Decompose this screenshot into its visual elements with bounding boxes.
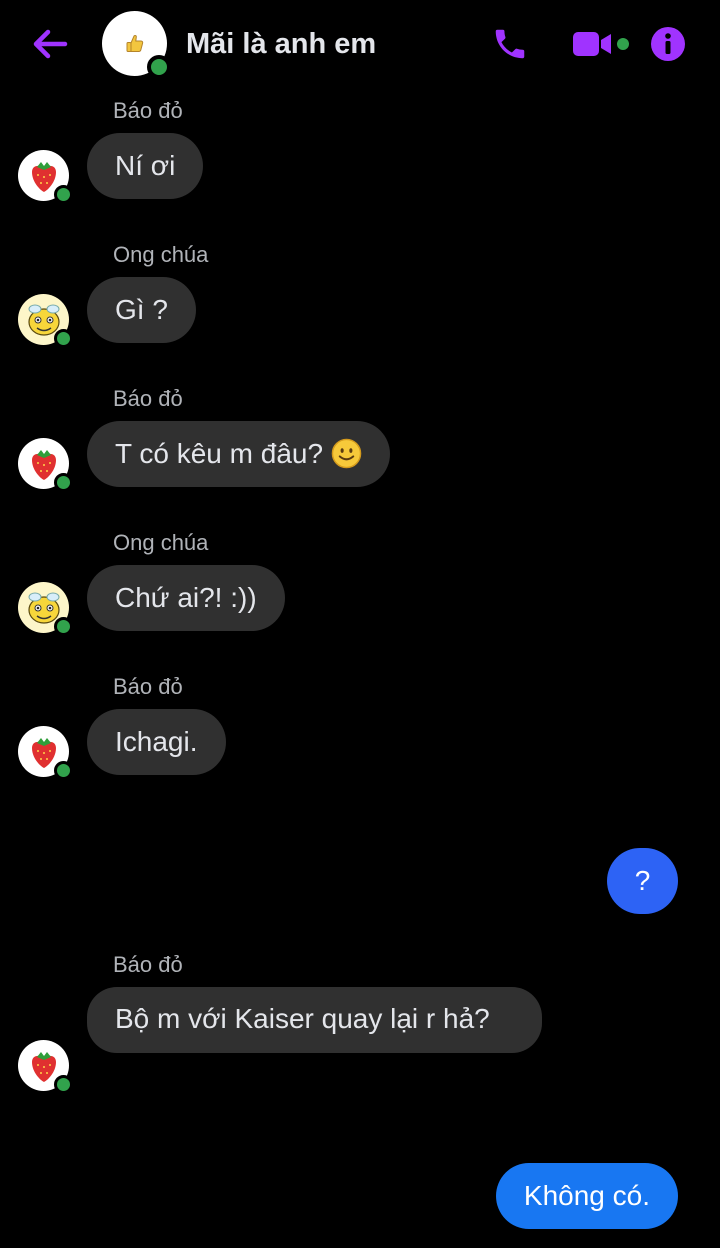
sender-avatar[interactable] xyxy=(18,726,73,780)
sender-name: Báo đỏ xyxy=(113,952,183,977)
info-button[interactable] xyxy=(646,22,690,66)
sender-avatar[interactable] xyxy=(18,294,73,348)
message-text: Chứ ai?! :)) xyxy=(115,582,257,613)
online-indicator xyxy=(54,329,73,348)
phone-icon xyxy=(495,29,525,59)
chat-title[interactable]: Mãi là anh em xyxy=(186,28,376,61)
sender-avatar[interactable] xyxy=(18,150,73,204)
online-indicator xyxy=(54,185,73,204)
message-bubble[interactable]: Bộ m với Kaiser quay lại r hả? xyxy=(87,987,542,1053)
thumbs-up-icon xyxy=(126,34,143,52)
message-bubble[interactable]: Ichagi. xyxy=(87,709,226,775)
outgoing-message-bubble[interactable]: ? xyxy=(607,848,678,914)
arrow-left-icon xyxy=(33,29,68,59)
sender-avatar[interactable] xyxy=(18,438,73,492)
smile-emoji-icon xyxy=(331,438,362,469)
message-text: Bộ m với Kaiser quay lại r hả? xyxy=(115,1003,490,1034)
online-indicator xyxy=(54,1075,73,1094)
message-bubble[interactable]: Gì ? xyxy=(87,277,196,343)
message-text: ? xyxy=(634,865,651,896)
video-camera-icon xyxy=(573,32,611,56)
sender-name: Ong chúa xyxy=(113,242,209,267)
message-text: Ichagi. xyxy=(115,726,198,757)
info-icon xyxy=(651,27,685,61)
online-indicator xyxy=(54,761,73,780)
sender-name: Báo đỏ xyxy=(113,98,183,123)
message-text: T có kêu m đâu? xyxy=(115,438,324,469)
chat-screen: Mãi là anh em Báo đỏ Ní ơi Ong chúa Gì ?… xyxy=(0,0,720,1248)
message-text: Không có. xyxy=(523,1180,650,1211)
online-indicator xyxy=(147,55,171,79)
outgoing-message-bubble[interactable]: Không có. xyxy=(495,1163,678,1229)
sender-name: Báo đỏ xyxy=(113,386,183,411)
sender-avatar[interactable] xyxy=(18,1040,73,1094)
sender-avatar[interactable] xyxy=(18,582,73,636)
video-call-button[interactable] xyxy=(566,22,634,66)
chat-header: Mãi là anh em xyxy=(0,0,720,88)
message-bubble[interactable]: T có kêu m đâu? xyxy=(87,421,391,487)
message-bubble[interactable]: Ní ơi xyxy=(87,133,204,199)
back-button[interactable] xyxy=(26,22,74,66)
message-bubble[interactable]: Chứ ai?! :)) xyxy=(87,565,285,631)
sender-name: Báo đỏ xyxy=(113,674,183,699)
message-text: Gì ? xyxy=(115,294,168,325)
message-text: Ní ơi xyxy=(115,150,176,181)
sender-name: Ong chúa xyxy=(113,530,209,555)
voice-call-button[interactable] xyxy=(486,22,534,66)
video-online-dot xyxy=(617,38,629,50)
group-avatar[interactable] xyxy=(102,11,171,79)
online-indicator xyxy=(54,473,73,492)
online-indicator xyxy=(54,617,73,636)
